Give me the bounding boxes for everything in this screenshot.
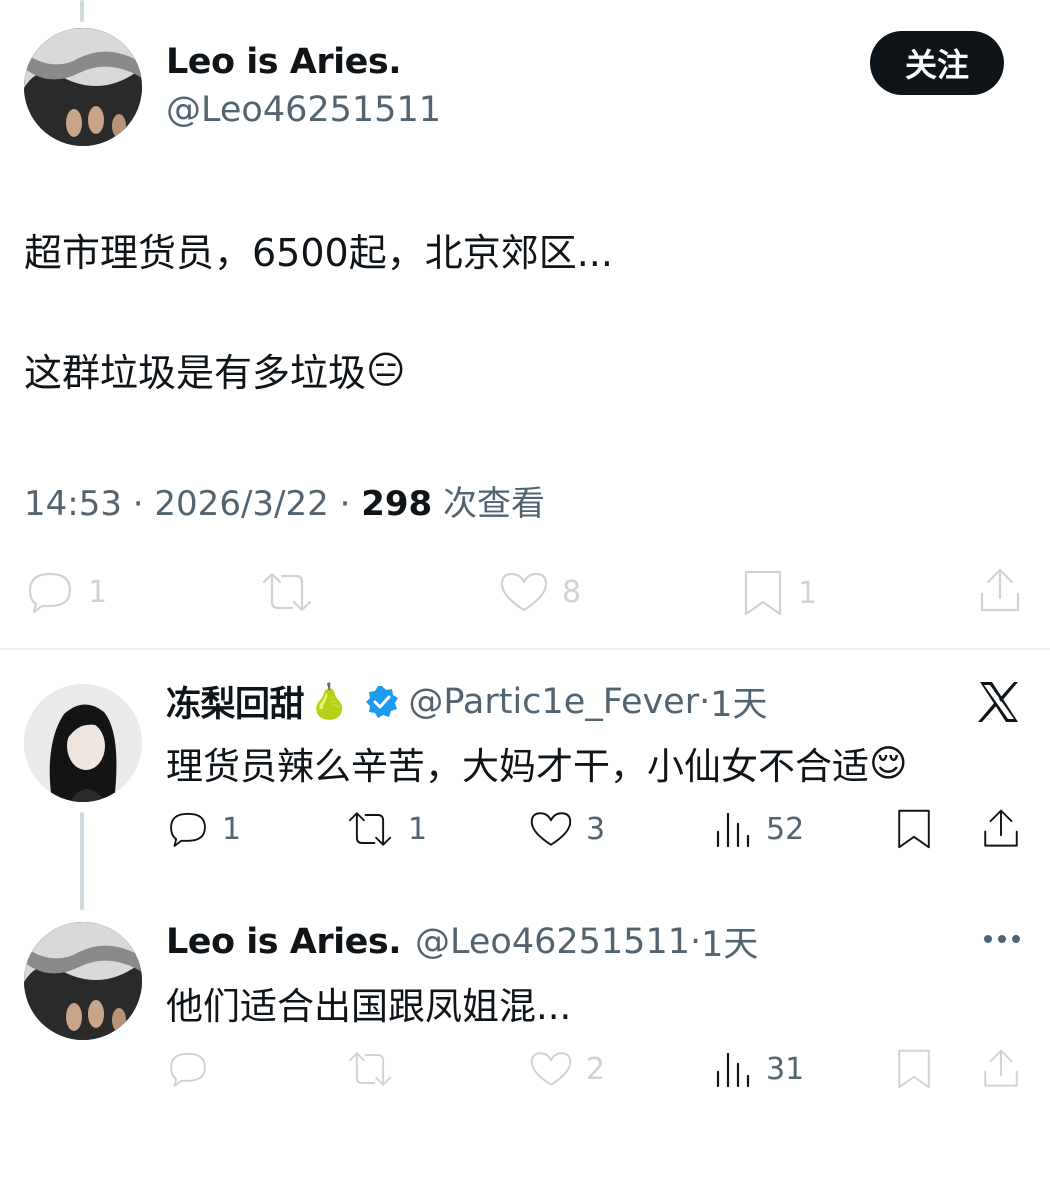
- tweet-text-line2: 这群垃圾是有多垃圾: [24, 351, 367, 395]
- expressionless-emoji: 😑: [366, 347, 406, 392]
- views-chart-icon: [716, 812, 750, 848]
- tweet-date[interactable]: 2026/3/22: [154, 484, 328, 524]
- tweet-text-line2-row: 这群垃圾是有多垃圾 😑: [24, 342, 406, 397]
- share-icon: [984, 809, 1018, 847]
- bookmark-icon: [744, 570, 782, 616]
- reply2-name[interactable]: Leo is Aries.: [166, 922, 402, 962]
- bookmark-action[interactable]: [894, 1046, 934, 1092]
- share-action[interactable]: [980, 806, 1022, 852]
- share-icon: [980, 568, 1020, 612]
- share-icon: [984, 1049, 1018, 1087]
- reply-icon: [28, 572, 72, 614]
- author-handle[interactable]: @Leo46251511: [166, 90, 441, 130]
- thread-line-top: [80, 0, 84, 22]
- heart-icon: [530, 1052, 572, 1086]
- view-count: 298: [361, 484, 433, 524]
- views-count: 31: [766, 1051, 805, 1087]
- retweet-action[interactable]: [258, 568, 328, 616]
- avatar-image: [24, 28, 142, 146]
- bookmark-count: 1: [798, 575, 818, 611]
- reply-icon: [170, 812, 206, 847]
- time-separator: ·: [699, 681, 711, 722]
- pear-emoji: 🍐: [308, 681, 351, 722]
- time-separator: ·: [689, 921, 702, 962]
- avatar-image: [24, 684, 142, 802]
- retweet-count: 1: [408, 811, 428, 847]
- tweet-time[interactable]: 14:53: [24, 484, 122, 524]
- retweet-icon: [262, 572, 312, 612]
- reply-count: 1: [88, 574, 108, 610]
- bookmark-icon: [898, 809, 930, 849]
- reply1-name[interactable]: 冻梨回甜: [166, 676, 305, 727]
- reply1-time[interactable]: 1天: [710, 676, 767, 727]
- more-options-icon[interactable]: [982, 933, 1022, 945]
- avatar[interactable]: [24, 922, 142, 1040]
- views-chart-icon: [716, 1052, 750, 1088]
- meta-separator: ·: [132, 484, 155, 524]
- heart-icon: [500, 572, 548, 612]
- views-action[interactable]: 52: [714, 808, 804, 850]
- avatar[interactable]: [24, 28, 142, 146]
- verified-badge-icon: [366, 685, 399, 718]
- like-count: 3: [586, 811, 606, 847]
- divider: [0, 648, 1050, 650]
- avatar[interactable]: [24, 684, 142, 802]
- relieved-emoji: 😌: [869, 741, 908, 785]
- like-action[interactable]: 8: [498, 568, 581, 616]
- reply1-header: 冻梨回甜 🍐 @Partic1e_Fever · 1天: [166, 676, 768, 727]
- like-count: 8: [562, 574, 582, 610]
- heart-icon: [530, 812, 572, 846]
- like-count: 2: [586, 1051, 606, 1087]
- follow-label: 关注: [904, 46, 969, 84]
- view-label: 次查看: [443, 484, 545, 524]
- like-action[interactable]: 2: [528, 1048, 605, 1090]
- reply-count: 1: [222, 811, 242, 847]
- reply-action[interactable]: 1: [24, 568, 107, 616]
- reply1-text-row: 理货员辣么辛苦，大妈才干，小仙女不合适 😌: [166, 736, 908, 790]
- bookmark-action[interactable]: [894, 806, 934, 852]
- retweet-icon: [348, 1052, 392, 1086]
- reply-action[interactable]: [166, 1048, 222, 1090]
- views-count: 52: [766, 811, 805, 847]
- retweet-action[interactable]: [344, 1048, 408, 1090]
- thread-line: [80, 812, 84, 910]
- retweet-action[interactable]: 1: [344, 808, 427, 850]
- views-action[interactable]: 31: [714, 1048, 804, 1090]
- share-action[interactable]: [980, 1046, 1022, 1092]
- tweet-meta: 14:53 · 2026/3/22 · 298 次查看: [24, 476, 545, 525]
- share-action[interactable]: [976, 566, 1024, 616]
- author-name[interactable]: Leo is Aries.: [166, 42, 402, 82]
- reply1-text: 理货员辣么辛苦，大妈才干，小仙女不合适: [166, 745, 869, 788]
- reply2-time[interactable]: 1天: [701, 916, 758, 967]
- tweet-text-line1: 超市理货员，6500起，北京郊区...: [24, 231, 613, 275]
- retweet-icon: [348, 812, 392, 846]
- reply2-text: 他们适合出国跟凤姐混...: [166, 985, 572, 1028]
- reply2-handle[interactable]: @Leo46251511: [415, 922, 690, 962]
- bookmark-icon: [898, 1049, 930, 1089]
- x-logo-icon[interactable]: [976, 680, 1020, 724]
- like-action[interactable]: 3: [528, 808, 605, 850]
- reply-icon: [170, 1052, 206, 1087]
- reply-action[interactable]: 1: [166, 808, 241, 850]
- follow-button[interactable]: 关注: [870, 31, 1004, 95]
- reply1-handle[interactable]: @Partic1e_Fever: [408, 682, 699, 722]
- reply2-header: Leo is Aries. @Leo46251511 · 1天: [166, 916, 758, 967]
- bookmark-action[interactable]: 1: [740, 568, 817, 618]
- avatar-image: [24, 922, 142, 1040]
- meta-separator: ·: [339, 484, 362, 524]
